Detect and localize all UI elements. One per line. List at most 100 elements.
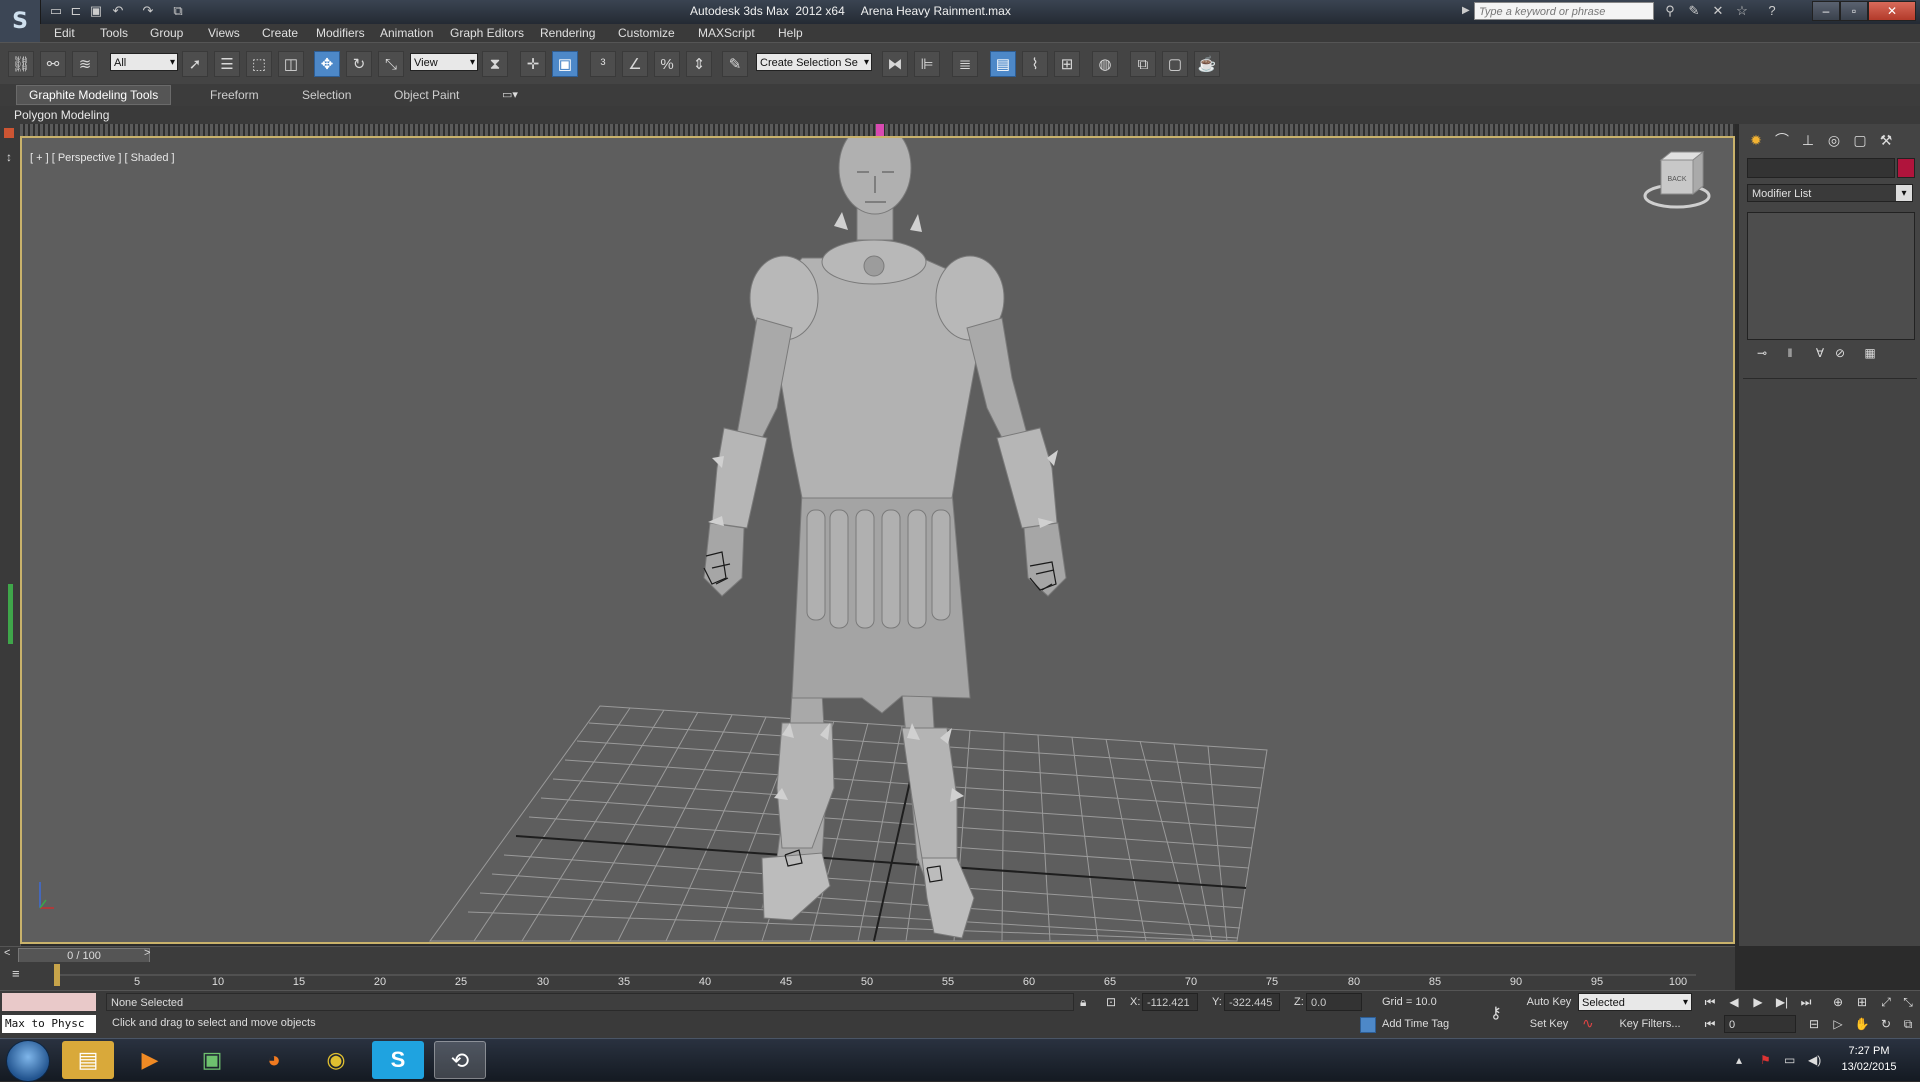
make-unique-icon[interactable]: ∀ — [1809, 346, 1831, 362]
maxscript-listener-input[interactable] — [2, 993, 96, 1011]
zoom-icon[interactable]: ⊕ — [1828, 993, 1848, 1011]
window-crossing-icon[interactable]: ◫ — [278, 51, 304, 77]
material-editor-icon[interactable]: ◍ — [1092, 51, 1118, 77]
absolute-mode-icon[interactable]: ⊡ — [1106, 995, 1116, 1009]
curve-editor-icon[interactable]: ⌇ — [1022, 51, 1048, 77]
object-color-swatch[interactable] — [1897, 158, 1915, 178]
key-filters-button[interactable]: Key Filters... — [1608, 1015, 1692, 1033]
key-mode-toggle-icon[interactable]: ⏮ — [1700, 1015, 1720, 1033]
menu-graph-editors[interactable]: Graph Editors — [450, 26, 524, 40]
minimize-button[interactable]: – — [1812, 1, 1840, 21]
close-button[interactable]: ✕ — [1868, 1, 1916, 21]
schematic-view-icon[interactable]: ⊞ — [1054, 51, 1080, 77]
polygon-modeling-panel[interactable]: Polygon Modeling — [14, 108, 109, 122]
motion-tab-icon[interactable]: ◎ — [1823, 130, 1845, 150]
firefox-icon[interactable]: ◕ — [248, 1041, 300, 1079]
skype-icon[interactable]: S — [372, 1041, 424, 1079]
render-production-icon[interactable]: ☕ — [1194, 51, 1220, 77]
current-frame-marker[interactable] — [54, 964, 60, 986]
go-to-end-icon[interactable]: ⏭ — [1796, 993, 1816, 1011]
display-tab-icon[interactable]: ▢ — [1849, 130, 1871, 150]
key-curve-icon[interactable]: ∿ — [1582, 1015, 1594, 1032]
project-folder-icon[interactable]: ⧉ — [170, 3, 186, 19]
reference-coord-dropdown[interactable]: View — [410, 53, 478, 72]
set-key-button[interactable]: Set Key — [1524, 1015, 1574, 1033]
menu-edit[interactable]: Edit — [54, 26, 75, 40]
search-input[interactable]: Type a keyword or phrase — [1474, 2, 1654, 20]
x-coordinate-field[interactable]: -112.421 — [1142, 993, 1198, 1011]
clock-time[interactable]: 7:27 PM — [1834, 1045, 1904, 1057]
tab-selection[interactable]: Selection — [290, 86, 363, 104]
redo-icon[interactable]: ↷ — [140, 3, 156, 19]
clock-date[interactable]: 13/02/2015 — [1834, 1061, 1904, 1073]
selection-filter-dropdown[interactable]: All — [110, 53, 178, 72]
select-manipulate-icon[interactable]: ✛ — [520, 51, 546, 77]
action-center-icon[interactable]: ⚑ — [1760, 1053, 1771, 1067]
go-to-start-icon[interactable]: ⏮ — [1700, 993, 1720, 1011]
tools-icon[interactable]: ✎ — [1686, 3, 1702, 19]
menu-customize[interactable]: Customize — [618, 26, 675, 40]
link-icon[interactable]: ⛓ — [8, 51, 34, 77]
previous-frame-icon[interactable]: ◀ — [1724, 993, 1744, 1011]
tab-object-paint[interactable]: Object Paint — [382, 86, 471, 104]
track-bar[interactable]: ≡ 5 10 15 20 25 30 35 40 45 50 55 60 65 … — [0, 962, 1735, 990]
maximize-button[interactable]: ▫ — [1840, 1, 1868, 21]
configure-modifier-sets-icon[interactable]: ▦ — [1859, 346, 1881, 362]
rectangular-selection-icon[interactable]: ⬚ — [246, 51, 272, 77]
volume-icon[interactable]: ◀) — [1808, 1053, 1821, 1067]
remove-modifier-icon[interactable]: ⊘ — [1829, 346, 1851, 362]
perspective-viewport[interactable]: [ + ] [ Perspective ] [ Shaded ] BACK — [20, 136, 1735, 944]
save-icon[interactable]: ▣ — [88, 3, 104, 19]
maximize-viewport-icon[interactable]: ⤡ — [1898, 993, 1918, 1011]
percent-snap-icon[interactable]: % — [654, 51, 680, 77]
viewport-layout-icon[interactable]: ↕ — [6, 150, 12, 164]
keyboard-shortcut-override-icon[interactable]: ▣ — [552, 51, 578, 77]
time-configuration-icon[interactable]: ⊟ — [1804, 1015, 1824, 1033]
object-name-field[interactable] — [1747, 158, 1895, 178]
select-and-move-icon[interactable]: ✥ — [314, 51, 340, 77]
time-slider[interactable]: < 0 / 100 > — [0, 946, 1735, 964]
set-keys-key-icon[interactable]: ⚷ — [1490, 1003, 1502, 1023]
menu-animation[interactable]: Animation — [380, 26, 433, 40]
utilities-tab-icon[interactable]: ⚒ — [1875, 130, 1897, 150]
pan-icon[interactable]: ✋ — [1852, 1015, 1872, 1033]
pivot-center-icon[interactable]: ⧗ — [482, 51, 508, 77]
auto-key-button[interactable]: Auto Key — [1524, 993, 1574, 1011]
modifier-list-dropdown[interactable]: Modifier List — [1747, 184, 1913, 202]
menu-create[interactable]: Create — [262, 26, 298, 40]
zoom-all-icon[interactable]: ⊞ — [1852, 993, 1872, 1011]
show-end-result-icon[interactable]: ‖ — [1779, 346, 1801, 362]
y-coordinate-field[interactable]: -322.445 — [1224, 993, 1280, 1011]
tab-graphite-modeling-tools[interactable]: Graphite Modeling Tools — [16, 85, 172, 105]
help-icon[interactable]: ? — [1764, 3, 1780, 19]
undo-icon[interactable]: ↶ — [110, 3, 126, 19]
spinner-snap-icon[interactable]: ⇕ — [686, 51, 712, 77]
modifier-stack[interactable] — [1747, 212, 1915, 340]
media-player-icon[interactable]: ▶ — [124, 1041, 176, 1079]
select-and-scale-icon[interactable]: ⤡ — [378, 51, 404, 77]
named-selection-dropdown[interactable]: Create Selection Se — [756, 53, 872, 72]
unlink-icon[interactable]: ⚯ — [40, 51, 66, 77]
select-and-rotate-icon[interactable]: ↻ — [346, 51, 372, 77]
field-of-view-icon[interactable]: ▷ — [1828, 1015, 1848, 1033]
next-frame-icon[interactable]: ▶| — [1772, 993, 1792, 1011]
remote-desktop-icon[interactable]: ▣ — [186, 1041, 238, 1079]
app-logo-button[interactable]: S — [0, 0, 41, 42]
menu-tools[interactable]: Tools — [100, 26, 128, 40]
z-coordinate-field[interactable]: 0.0 — [1306, 993, 1362, 1011]
zoom-extents-icon[interactable]: ⤢ — [1876, 993, 1896, 1011]
new-icon[interactable]: ▭ — [48, 3, 64, 19]
play-icon[interactable]: ▶ — [1748, 993, 1768, 1011]
time-slider-prev-icon[interactable]: < — [4, 947, 10, 959]
maximize-toggle-icon[interactable]: ⧉ — [1898, 1015, 1918, 1033]
render-setup-icon[interactable]: ⧉ — [1130, 51, 1156, 77]
key-mode-dropdown[interactable]: Selected — [1578, 993, 1692, 1012]
menu-help[interactable]: Help — [778, 26, 803, 40]
orbit-icon[interactable]: ↻ — [1876, 1015, 1896, 1033]
open-icon[interactable]: ⊏ — [68, 3, 84, 19]
ribbon-options-icon[interactable]: ▭▾ — [502, 88, 518, 101]
menu-views[interactable]: Views — [208, 26, 240, 40]
search-expand-icon[interactable]: ▶ — [1462, 5, 1470, 16]
chrome-icon[interactable]: ◉ — [310, 1041, 362, 1079]
menu-modifiers[interactable]: Modifiers — [316, 26, 365, 40]
